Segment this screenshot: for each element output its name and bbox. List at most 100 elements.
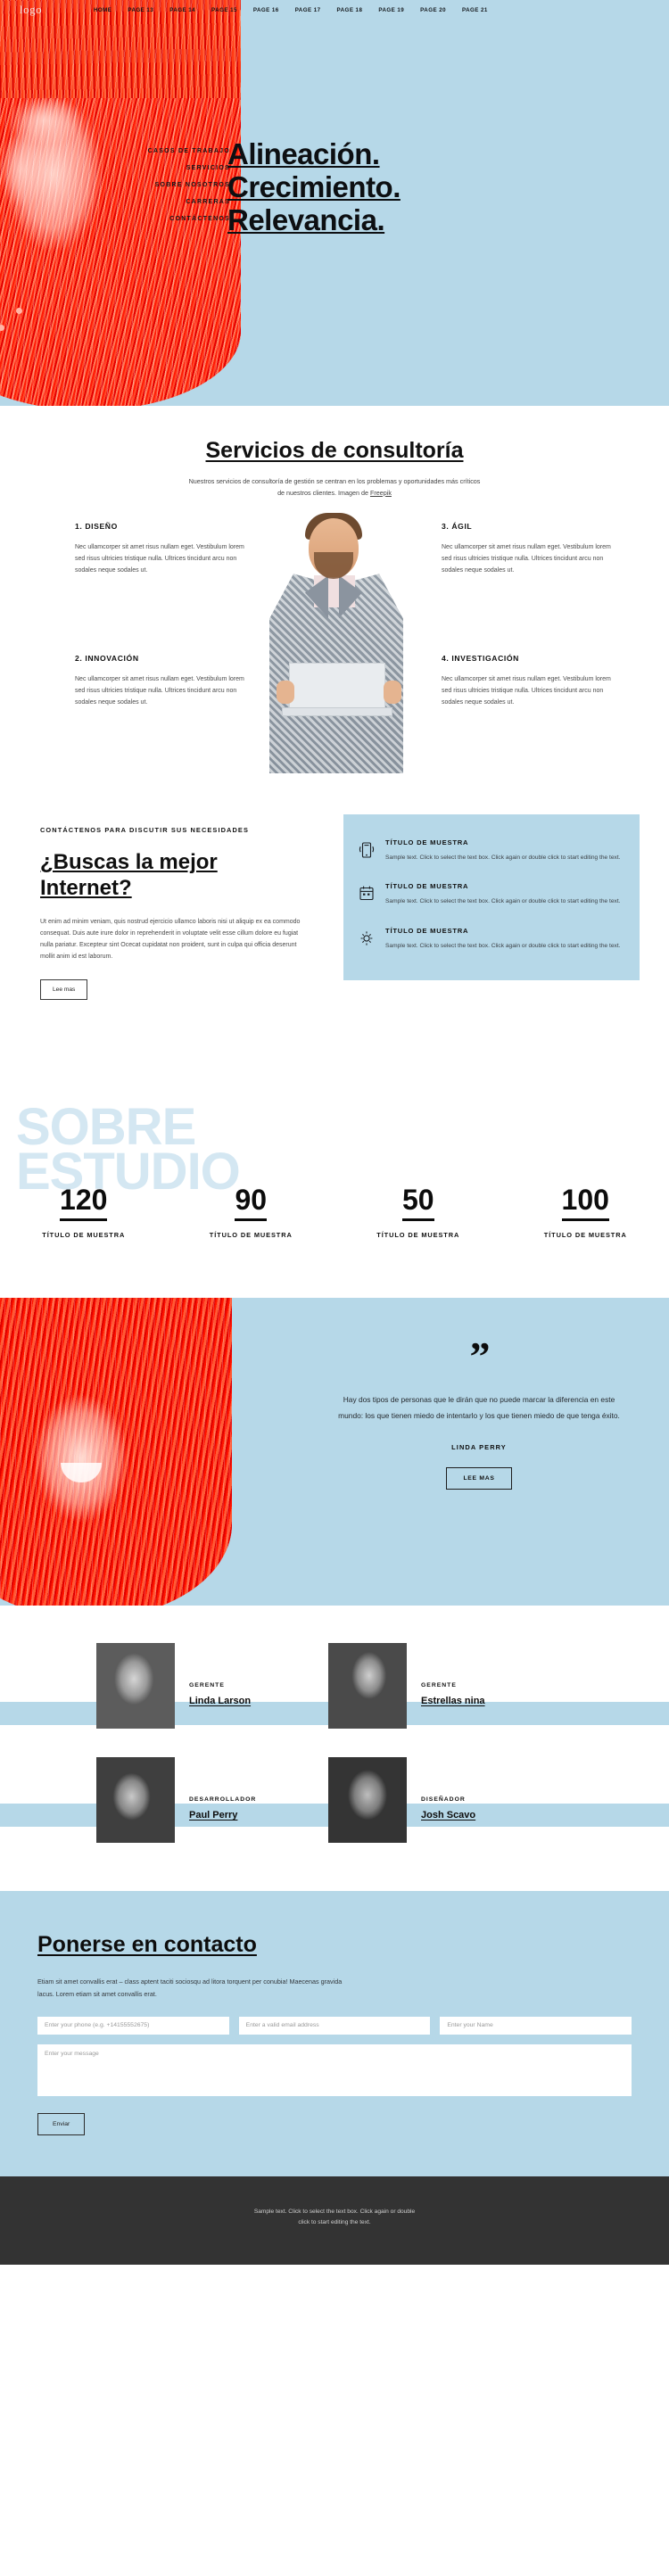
service-item-3: 3. ÁGIL Nec ullamcorper sit amet risus n…	[442, 522, 613, 576]
service-item-2: 2. INNOVACIÓN Nec ullamcorper sit amet r…	[75, 654, 246, 708]
team-member-3: DESARROLLADOR Paul Perry	[96, 1757, 296, 1844]
feature-card-2-body: Sample text. Click to select the text bo…	[385, 898, 621, 905]
team-member-1-photo	[96, 1643, 175, 1730]
services-subtitle-line-1: Nuestros servicios de consultoría de ges…	[188, 477, 402, 485]
testimonial-section: ” Hay dos tipos de personas que le dirán…	[0, 1298, 669, 1606]
team-member-1-role: GERENTE	[189, 1682, 225, 1689]
feature-card-1-body: Sample text. Click to select the text bo…	[385, 855, 621, 862]
stats-background-word: SOBRE ESTUDIO	[16, 1102, 241, 1198]
stat-item-1: 120 TÍTULO DE MUESTRA	[0, 1185, 168, 1240]
stat-item-1-label: TÍTULO DE MUESTRA	[42, 1230, 126, 1239]
stats-row: 120 TÍTULO DE MUESTRA 90 TÍTULO DE MUEST…	[0, 1185, 669, 1240]
service-item-1-body: Nec ullamcorper sit amet risus nullam eg…	[75, 544, 244, 574]
needs-left-column: CONTÁCTENOS PARA DISCUTIR SUS NECESIDADE…	[40, 825, 317, 1001]
stat-item-2: 90 TÍTULO DE MUESTRA	[168, 1185, 335, 1240]
site-logo[interactable]: logo	[0, 3, 86, 17]
testimonial-portrait-image	[0, 1298, 232, 1606]
team-member-1-name[interactable]: Linda Larson	[189, 1696, 296, 1706]
services-section: Servicios de consultoría Nuestros servic…	[0, 406, 669, 790]
feature-card-3-title: TÍTULO DE MUESTRA	[385, 926, 469, 935]
team-member-3-name[interactable]: Paul Perry	[189, 1810, 296, 1821]
hero-title-line-3: Relevancia.	[227, 202, 385, 236]
stat-item-2-label: TÍTULO DE MUESTRA	[209, 1230, 293, 1239]
testimonial-read-more-button[interactable]: LEE MAS	[446, 1466, 512, 1490]
submit-button[interactable]: Enviar	[37, 2112, 86, 2135]
needs-kicker: CONTÁCTENOS PARA DISCUTIR SUS NECESIDADE…	[40, 826, 249, 835]
service-item-4-body: Nec ullamcorper sit amet risus nullam eg…	[442, 676, 611, 706]
team-member-4-role: DISEÑADOR	[421, 1796, 466, 1804]
services-title: Servicios de consultoría	[205, 438, 464, 463]
stat-item-4-number: 100	[561, 1185, 609, 1221]
team-section: GERENTE Linda Larson GERENTE Estrellas n…	[0, 1606, 669, 1892]
hero-side-menu: CASOS DE TRABAJO SERVICIOS SOBRE NOSOTRO…	[148, 143, 230, 227]
nav-link-home[interactable]: HOME	[86, 4, 120, 17]
nav-links: HOME PAGE 13 PAGE 14 PAGE 15 PAGE 16 PAG…	[86, 4, 496, 17]
footer-section: Sample text. Click to select the text bo…	[0, 2176, 669, 2265]
team-member-1: GERENTE Linda Larson	[96, 1643, 296, 1730]
phone-input[interactable]	[37, 2016, 229, 2035]
message-textarea[interactable]	[37, 2043, 632, 2096]
needs-paragraph: Ut enim ad minim veniam, quis nostrud ej…	[40, 919, 301, 961]
mobile-phone-icon	[358, 838, 376, 863]
calendar-icon	[358, 882, 376, 906]
team-member-4: DISEÑADOR Josh Scavo	[328, 1757, 528, 1844]
nav-link-page-13[interactable]: PAGE 13	[120, 4, 161, 17]
nav-link-page-20[interactable]: PAGE 20	[412, 4, 454, 17]
service-item-4-heading: 4. INVESTIGACIÓN	[442, 654, 519, 664]
team-member-2-role: GERENTE	[421, 1682, 457, 1689]
feature-card-2[interactable]: TÍTULO DE MUESTRA Sample text. Click to …	[358, 874, 625, 918]
service-item-2-body: Nec ullamcorper sit amet risus nullam eg…	[75, 676, 244, 706]
team-member-2-photo	[328, 1643, 407, 1730]
team-member-2: GERENTE Estrellas nina	[328, 1643, 528, 1730]
nav-link-page-18[interactable]: PAGE 18	[329, 4, 371, 17]
top-navigation: logo HOME PAGE 13 PAGE 14 PAGE 15 PAGE 1…	[0, 0, 669, 20]
footer-line-2: click to start editing the text.	[298, 2219, 371, 2226]
team-member-4-name[interactable]: Josh Scavo	[421, 1810, 528, 1821]
hero-menu-item-sobre-nosotros[interactable]: SOBRE NOSOTROS	[148, 177, 230, 194]
contact-form-row	[37, 2016, 632, 2035]
service-item-1-heading: 1. DISEÑO	[75, 522, 118, 532]
hero-title-line-2: Crecimiento.	[227, 169, 401, 203]
contact-paragraph: Etiam sit amet convallis erat – class ap…	[37, 1977, 343, 1998]
nav-link-page-14[interactable]: PAGE 14	[161, 4, 203, 17]
stat-item-3-number: 50	[401, 1185, 434, 1221]
read-more-button[interactable]: Lee mas	[40, 979, 88, 1001]
stat-item-2-number: 90	[235, 1185, 268, 1221]
gear-icon	[358, 927, 376, 951]
hero-menu-item-contactenos[interactable]: CONTÁCTENOS	[148, 211, 230, 227]
hero-title: Alineación. Crecimiento. Relevancia.	[227, 137, 638, 237]
hero-menu-item-carreras[interactable]: CARRERAS	[148, 194, 230, 211]
team-member-4-photo	[328, 1757, 407, 1844]
name-input[interactable]	[440, 2016, 632, 2035]
hero-menu-item-casos-de-trabajo[interactable]: CASOS DE TRABAJO	[148, 143, 230, 160]
hero-title-line-1: Alineación.	[227, 137, 380, 170]
quote-mark-icon: ”	[469, 1333, 491, 1380]
hero-section: logo HOME PAGE 13 PAGE 14 PAGE 15 PAGE 1…	[0, 0, 669, 406]
stat-item-3: 50 TÍTULO DE MUESTRA	[334, 1185, 502, 1240]
page-root: logo HOME PAGE 13 PAGE 14 PAGE 15 PAGE 1…	[0, 0, 669, 2265]
nav-link-page-19[interactable]: PAGE 19	[370, 4, 412, 17]
stat-item-4-label: TÍTULO DE MUESTRA	[543, 1230, 627, 1239]
services-subtitle-link[interactable]: Freepik	[370, 489, 392, 497]
service-item-4: 4. INVESTIGACIÓN Nec ullamcorper sit ame…	[442, 654, 613, 708]
feature-card-1[interactable]: TÍTULO DE MUESTRA Sample text. Click to …	[358, 830, 625, 874]
service-item-2-heading: 2. INNOVACIÓN	[75, 654, 139, 664]
feature-card-2-title: TÍTULO DE MUESTRA	[385, 882, 469, 891]
team-member-2-name[interactable]: Estrellas nina	[421, 1696, 528, 1706]
nav-link-page-15[interactable]: PAGE 15	[203, 4, 245, 17]
needs-cards-panel: TÍTULO DE MUESTRA Sample text. Click to …	[343, 814, 640, 980]
contact-section: Ponerse en contacto Etiam sit amet conva…	[0, 1891, 669, 2176]
footer-line-1: Sample text. Click to select the text bo…	[253, 2208, 416, 2215]
nav-link-page-16[interactable]: PAGE 16	[245, 4, 287, 17]
email-input[interactable]	[238, 2016, 431, 2035]
nav-link-page-17[interactable]: PAGE 17	[287, 4, 329, 17]
service-item-1: 1. DISEÑO Nec ullamcorper sit amet risus…	[75, 522, 246, 576]
team-member-3-role: DESARROLLADOR	[189, 1796, 257, 1804]
hero-menu-item-servicios[interactable]: SERVICIOS	[148, 160, 230, 177]
nav-link-page-21[interactable]: PAGE 21	[454, 4, 496, 17]
needs-heading: ¿Buscas la mejor Internet?	[40, 849, 218, 901]
feature-card-3[interactable]: TÍTULO DE MUESTRA Sample text. Click to …	[358, 919, 625, 962]
stat-item-3-label: TÍTULO DE MUESTRA	[376, 1230, 460, 1239]
testimonial-text: Hay dos tipos de personas que le dirán q…	[338, 1395, 620, 1420]
services-businessman-image	[250, 506, 419, 774]
